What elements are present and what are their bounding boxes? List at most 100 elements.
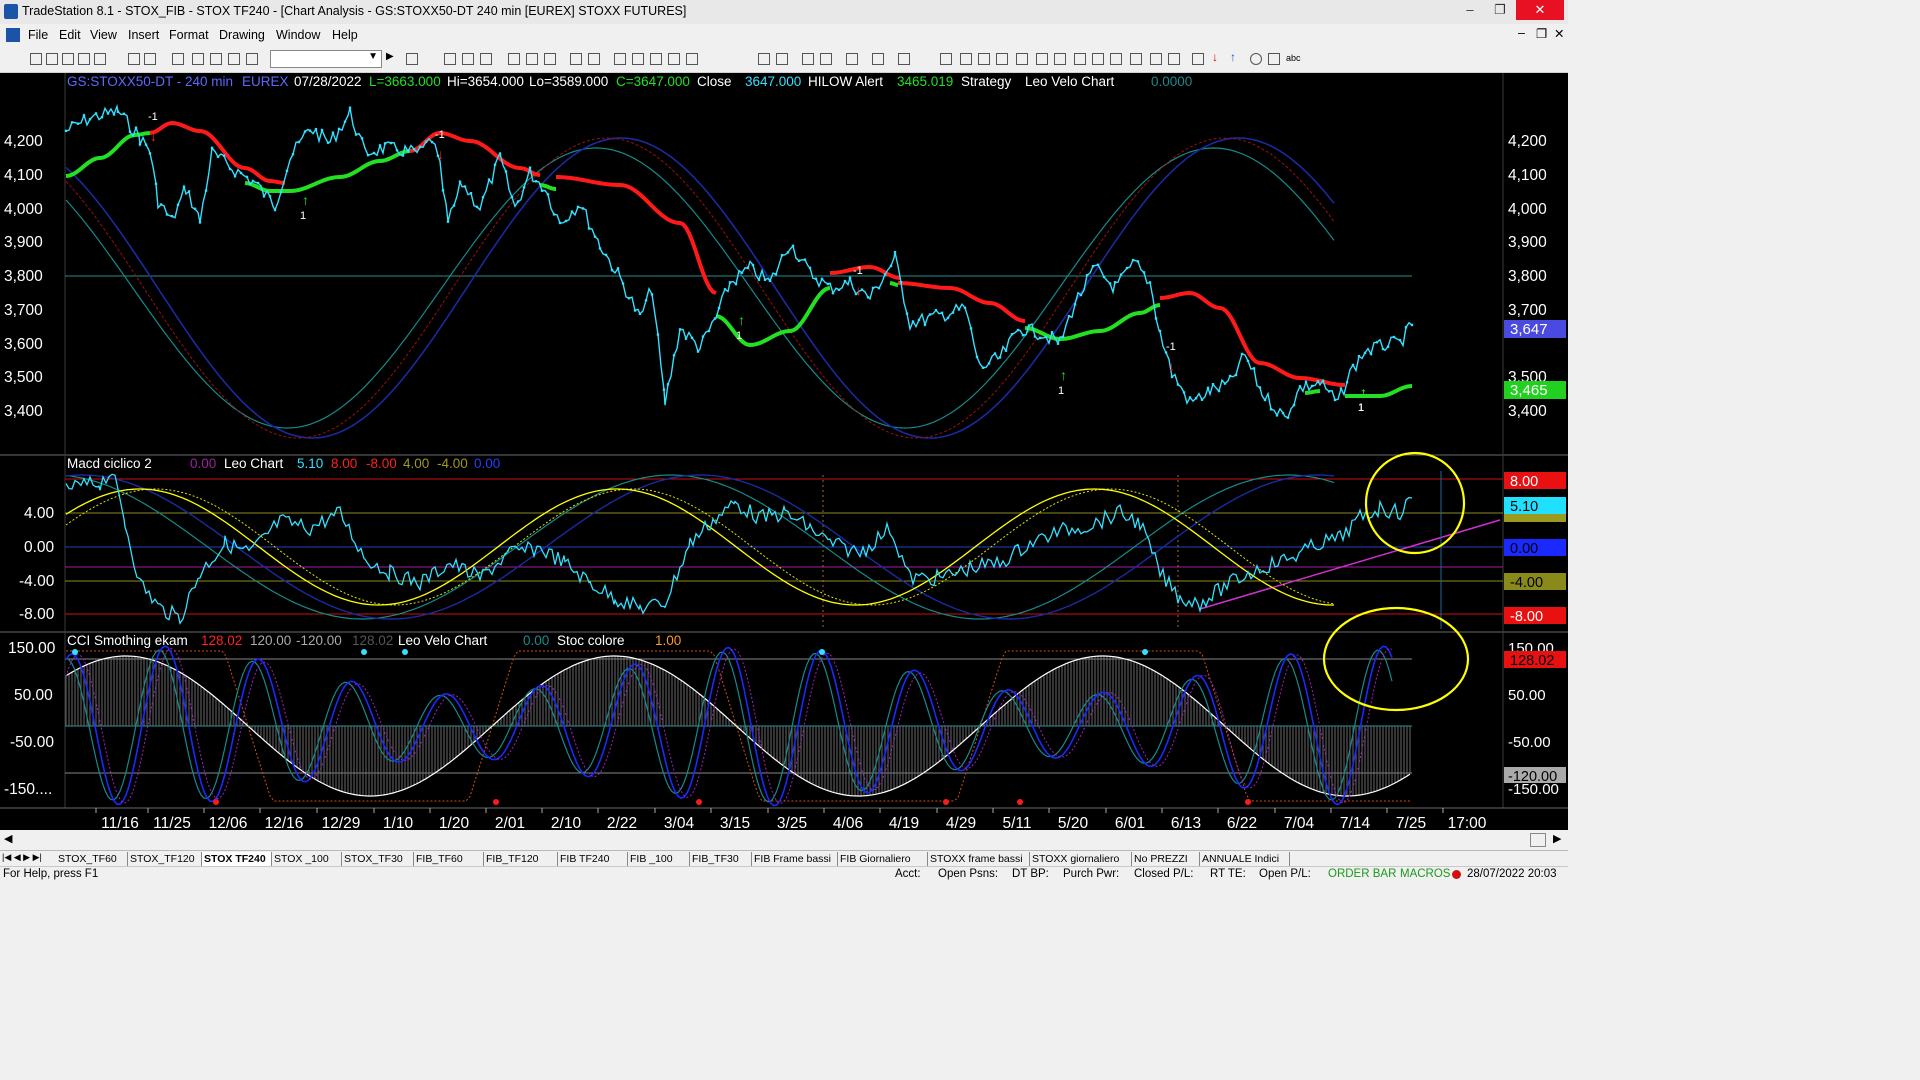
scanner-icon[interactable] xyxy=(508,53,520,65)
scroll-right-icon[interactable]: ▶ xyxy=(1553,832,1561,845)
menu-window[interactable]: Window xyxy=(276,28,320,42)
tab-item[interactable]: STOXX giornaliero xyxy=(1030,852,1132,866)
zoom-in-icon[interactable] xyxy=(758,53,770,65)
parallel-icon[interactable] xyxy=(1130,53,1142,65)
quote-icon[interactable] xyxy=(462,53,474,65)
table-icon[interactable] xyxy=(228,53,240,65)
print-icon[interactable] xyxy=(128,53,140,65)
tab-item[interactable]: FIB_TF60 xyxy=(414,852,484,866)
open-workspace-icon[interactable] xyxy=(62,53,74,65)
zoom-window-icon[interactable] xyxy=(570,53,582,65)
price-point xyxy=(740,271,744,274)
radar-icon[interactable] xyxy=(526,53,538,65)
minimize-button[interactable]: – xyxy=(1456,0,1484,20)
tab-item[interactable]: STOX TF240 xyxy=(202,852,272,866)
tab-item[interactable]: STOX_TF60 xyxy=(56,852,128,866)
tile-icon[interactable] xyxy=(588,53,600,65)
crosshair-icon[interactable] xyxy=(820,53,832,65)
candle-icon[interactable] xyxy=(668,53,680,65)
tab-item[interactable]: FIB TF240 xyxy=(558,852,628,866)
format-icon[interactable] xyxy=(172,53,184,65)
open-icon[interactable] xyxy=(46,53,58,65)
save-workspace-icon[interactable] xyxy=(144,53,156,65)
price-point xyxy=(946,316,950,320)
mdi-minimize-button[interactable]: – xyxy=(1518,26,1525,40)
options-icon[interactable] xyxy=(544,53,556,65)
chart-area[interactable]: ↓ -1 ↑ 1 ↓ -1 ↑ 1 ↓ -1 ↑ 1 ↓ -1 ↑ 1 ↑ 1 GS:STOXX50-DT - 2… xyxy=(0,73,1568,832)
tab-item[interactable]: FIB Giornaliero xyxy=(838,852,928,866)
layout-icon[interactable] xyxy=(192,53,204,65)
text-icon[interactable]: abc xyxy=(1286,53,1306,65)
close-button[interactable]: ✕ xyxy=(1516,0,1564,20)
arrow-double-icon[interactable] xyxy=(1110,53,1122,65)
tab-item[interactable]: ANNUALE Indici xyxy=(1200,852,1290,866)
x-tick-label: 6/13 xyxy=(1171,815,1201,830)
channel-icon[interactable] xyxy=(996,53,1008,65)
tab-item[interactable]: No PREZZI xyxy=(1132,852,1200,866)
indicator-icon[interactable] xyxy=(632,53,644,65)
mdi-close-button[interactable]: ✕ xyxy=(1554,26,1564,41)
chart-svg[interactable]: ↓-1↑1↓-1↑1↓-1↑1↓-1↑1↑1 GS:STOXX50-DT - 2… xyxy=(0,73,1568,832)
new-icon[interactable] xyxy=(30,53,42,65)
line-chart-icon[interactable] xyxy=(686,53,698,65)
bars-icon[interactable] xyxy=(650,53,662,65)
tab-nav-icons[interactable]: |◀ ◀ ▶ ▶| xyxy=(2,852,42,863)
menu-file[interactable]: File xyxy=(28,28,48,42)
mdi-restore-button[interactable]: ❐ xyxy=(1536,26,1547,41)
ellipse-icon[interactable] xyxy=(1250,53,1262,65)
horizontal-line-icon[interactable] xyxy=(1016,53,1028,65)
restore-button[interactable]: ❐ xyxy=(1486,0,1514,20)
insert-study-icon[interactable] xyxy=(872,53,884,65)
zoom-out-icon[interactable] xyxy=(776,53,788,65)
price-point xyxy=(826,282,830,286)
save-icon[interactable] xyxy=(94,53,106,65)
tab-item[interactable]: FIB_TF120 xyxy=(484,852,558,866)
matrix-icon[interactable] xyxy=(480,53,492,65)
play-icon[interactable]: ▶ xyxy=(386,51,398,63)
scroll-thumb[interactable] xyxy=(1530,833,1546,847)
fib-fan-icon[interactable] xyxy=(1054,53,1066,65)
macro-icon[interactable] xyxy=(246,53,258,65)
price-point xyxy=(1327,390,1331,393)
tab-item[interactable]: STOXX frame bassi xyxy=(928,852,1030,866)
tab-item[interactable]: FIB Frame bassi xyxy=(752,852,838,866)
tab-item[interactable]: FIB_TF30 xyxy=(690,852,752,866)
price-point xyxy=(303,130,307,133)
lock-icon[interactable] xyxy=(210,53,222,65)
tab-item[interactable]: STOX _100 xyxy=(272,852,342,866)
new-window-icon[interactable] xyxy=(78,53,90,65)
pointer-icon[interactable] xyxy=(802,53,814,65)
menu-insert[interactable]: Insert xyxy=(128,28,159,42)
alert-icon[interactable] xyxy=(898,53,910,65)
strategy-icon[interactable] xyxy=(614,53,626,65)
horizontal-scrollbar[interactable]: ◀ ▶ xyxy=(0,830,1568,850)
tools-icon[interactable] xyxy=(846,53,858,65)
up-arrow-icon[interactable]: ↑ xyxy=(1230,50,1242,64)
pen-icon[interactable] xyxy=(1168,53,1180,65)
gann-icon[interactable] xyxy=(960,53,972,65)
menu-view[interactable]: View xyxy=(90,28,117,42)
tab-item[interactable]: STOX_TF30 xyxy=(342,852,414,866)
regression-icon[interactable] xyxy=(1036,53,1048,65)
menu-format[interactable]: Format xyxy=(169,28,209,42)
andrews-pitchfork-icon[interactable] xyxy=(1074,53,1086,65)
chart-icon[interactable] xyxy=(444,53,456,65)
freehand-icon[interactable] xyxy=(1192,53,1204,65)
menu-drawing[interactable]: Drawing xyxy=(219,28,265,42)
tab-item[interactable]: STOX_TF120 xyxy=(128,852,202,866)
trendline-icon[interactable] xyxy=(940,53,952,65)
symbol-combo[interactable]: ▼ xyxy=(270,50,382,68)
speed-lines-icon[interactable] xyxy=(1092,53,1104,65)
down-arrow-icon[interactable]: ↓ xyxy=(1212,50,1224,64)
menu-help[interactable]: Help xyxy=(332,28,358,42)
menu-edit[interactable]: Edit xyxy=(59,28,81,42)
status-macros[interactable]: MACROS xyxy=(1400,868,1450,880)
tab-item[interactable]: FIB _100 xyxy=(628,852,690,866)
document-icon[interactable] xyxy=(6,28,20,42)
status-order-bar[interactable]: ORDER BAR xyxy=(1328,868,1396,880)
fib-lines-icon[interactable] xyxy=(978,53,990,65)
scroll-left-icon[interactable]: ◀ xyxy=(4,832,12,845)
arc-icon[interactable] xyxy=(1150,53,1162,65)
find-icon[interactable] xyxy=(406,53,418,65)
rectangle-icon[interactable] xyxy=(1268,53,1280,65)
